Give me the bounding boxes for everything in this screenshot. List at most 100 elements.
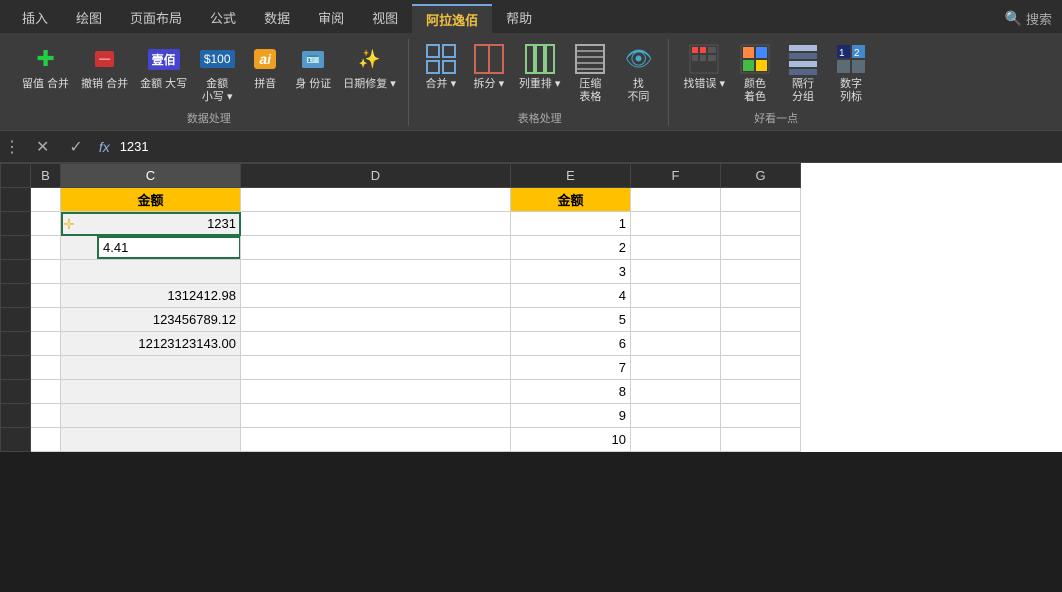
btn-reorder[interactable]: 列重排 ▾	[515, 39, 565, 93]
tab-arabay[interactable]: 阿拉逸佰	[412, 4, 492, 33]
cell-e9[interactable]: 8	[511, 380, 631, 404]
cell-f6[interactable]	[631, 308, 721, 332]
btn-sfz[interactable]: 🪪 身 份证	[291, 39, 335, 93]
cell-e7[interactable]: 6	[511, 332, 631, 356]
btn-jine-big[interactable]: 壹佰 金额 大写	[136, 39, 191, 93]
btn-numlist[interactable]: 12 数字列标	[829, 39, 873, 106]
cell-f7[interactable]	[631, 332, 721, 356]
cell-b7[interactable]	[31, 332, 61, 356]
btn-error[interactable]: 找错误 ▾	[679, 39, 729, 93]
cell-c5[interactable]: 1312412.98	[61, 284, 241, 308]
btn-pinyin[interactable]: ai 拼音	[243, 39, 287, 93]
cell-c1[interactable]: 金额	[61, 188, 241, 212]
cell-d7[interactable]	[241, 332, 511, 356]
cell-e5[interactable]: 4	[511, 284, 631, 308]
cell-d2[interactable]	[241, 212, 511, 236]
tab-data[interactable]: 数据	[250, 4, 304, 33]
col-header-b[interactable]: B	[31, 164, 61, 188]
col-header-d[interactable]: D	[241, 164, 511, 188]
cell-f9[interactable]	[631, 380, 721, 404]
cell-g4[interactable]	[721, 260, 801, 284]
cell-g5[interactable]	[721, 284, 801, 308]
cell-d5[interactable]	[241, 284, 511, 308]
formula-input[interactable]	[116, 139, 1058, 154]
tab-insert[interactable]: 插入	[8, 4, 62, 33]
cell-f11[interactable]	[631, 428, 721, 452]
cell-f2[interactable]	[631, 212, 721, 236]
cell-g6[interactable]	[721, 308, 801, 332]
cell-b10[interactable]	[31, 404, 61, 428]
cell-b5[interactable]	[31, 284, 61, 308]
cell-c6[interactable]: 123456789.12	[61, 308, 241, 332]
btn-liuzhi-merge[interactable]: ✚ 留值 合并	[18, 39, 73, 93]
cell-d8[interactable]	[241, 356, 511, 380]
cell-c8[interactable]	[61, 356, 241, 380]
btn-chexiao-merge[interactable]: — 撤销 合并	[77, 39, 132, 93]
cell-e11[interactable]: 10	[511, 428, 631, 452]
cell-e10[interactable]: 9	[511, 404, 631, 428]
cell-c3[interactable]: 412 4.41	[61, 236, 241, 260]
cell-g1[interactable]	[721, 188, 801, 212]
cell-c2[interactable]: ✛ 1231	[61, 212, 241, 236]
cell-e1[interactable]: 金额	[511, 188, 631, 212]
cell-e6[interactable]: 5	[511, 308, 631, 332]
btn-merge[interactable]: 合并 ▾	[419, 39, 463, 93]
cell-d11[interactable]	[241, 428, 511, 452]
cell-f5[interactable]	[631, 284, 721, 308]
tab-help[interactable]: 帮助	[492, 4, 546, 33]
cell-d6[interactable]	[241, 308, 511, 332]
cell-d3[interactable]	[241, 236, 511, 260]
cell-d4[interactable]	[241, 260, 511, 284]
btn-date-fix[interactable]: ✨ 日期修复 ▾	[339, 39, 400, 93]
btn-group[interactable]: 隔行分组	[781, 39, 825, 106]
cell-f1[interactable]	[631, 188, 721, 212]
cell-c11[interactable]	[61, 428, 241, 452]
confirm-button[interactable]: ✓	[63, 135, 88, 159]
cell-e4[interactable]: 3	[511, 260, 631, 284]
cell-b8[interactable]	[31, 356, 61, 380]
cell-e3[interactable]: 2	[511, 236, 631, 260]
cell-d9[interactable]	[241, 380, 511, 404]
cell-f4[interactable]	[631, 260, 721, 284]
cell-f8[interactable]	[631, 356, 721, 380]
cell-g7[interactable]	[721, 332, 801, 356]
col-header-c[interactable]: C	[61, 164, 241, 188]
cell-g8[interactable]	[721, 356, 801, 380]
cell-d1[interactable]	[241, 188, 511, 212]
col-header-g[interactable]: G	[721, 164, 801, 188]
cell-b9[interactable]	[31, 380, 61, 404]
cell-b4[interactable]	[31, 260, 61, 284]
cell-g2[interactable]	[721, 212, 801, 236]
cell-b6[interactable]	[31, 308, 61, 332]
tab-view[interactable]: 视图	[358, 4, 412, 33]
btn-color[interactable]: 颜色着色	[733, 39, 777, 106]
formula-bar-dots[interactable]: ⋮	[4, 137, 20, 157]
tab-layout[interactable]: 页面布局	[116, 4, 196, 33]
cell-e8[interactable]: 7	[511, 356, 631, 380]
col-header-e[interactable]: E	[511, 164, 631, 188]
cell-b3[interactable]	[31, 236, 61, 260]
cell-c10[interactable]	[61, 404, 241, 428]
cell-g11[interactable]	[721, 428, 801, 452]
cell-f3[interactable]	[631, 236, 721, 260]
cell-b11[interactable]	[31, 428, 61, 452]
cell-c7[interactable]: 12123123143.00	[61, 332, 241, 356]
col-header-f[interactable]: F	[631, 164, 721, 188]
tab-review[interactable]: 审阅	[304, 4, 358, 33]
cell-c9[interactable]	[61, 380, 241, 404]
cell-g9[interactable]	[721, 380, 801, 404]
btn-jine-small[interactable]: $100 金额小写 ▾	[195, 39, 239, 106]
btn-split[interactable]: 拆分 ▾	[467, 39, 511, 93]
cell-b2[interactable]	[31, 212, 61, 236]
cell-g10[interactable]	[721, 404, 801, 428]
btn-compress[interactable]: 压缩表格	[568, 39, 612, 106]
btn-diff[interactable]: 👁 找不同	[616, 39, 660, 106]
cell-f10[interactable]	[631, 404, 721, 428]
cell-d10[interactable]	[241, 404, 511, 428]
cell-b1[interactable]	[31, 188, 61, 212]
tab-formula[interactable]: 公式	[196, 4, 250, 33]
cell-e2[interactable]: 1	[511, 212, 631, 236]
cancel-button[interactable]: ✕	[30, 135, 55, 159]
cell-g3[interactable]	[721, 236, 801, 260]
tab-draw[interactable]: 绘图	[62, 4, 116, 33]
